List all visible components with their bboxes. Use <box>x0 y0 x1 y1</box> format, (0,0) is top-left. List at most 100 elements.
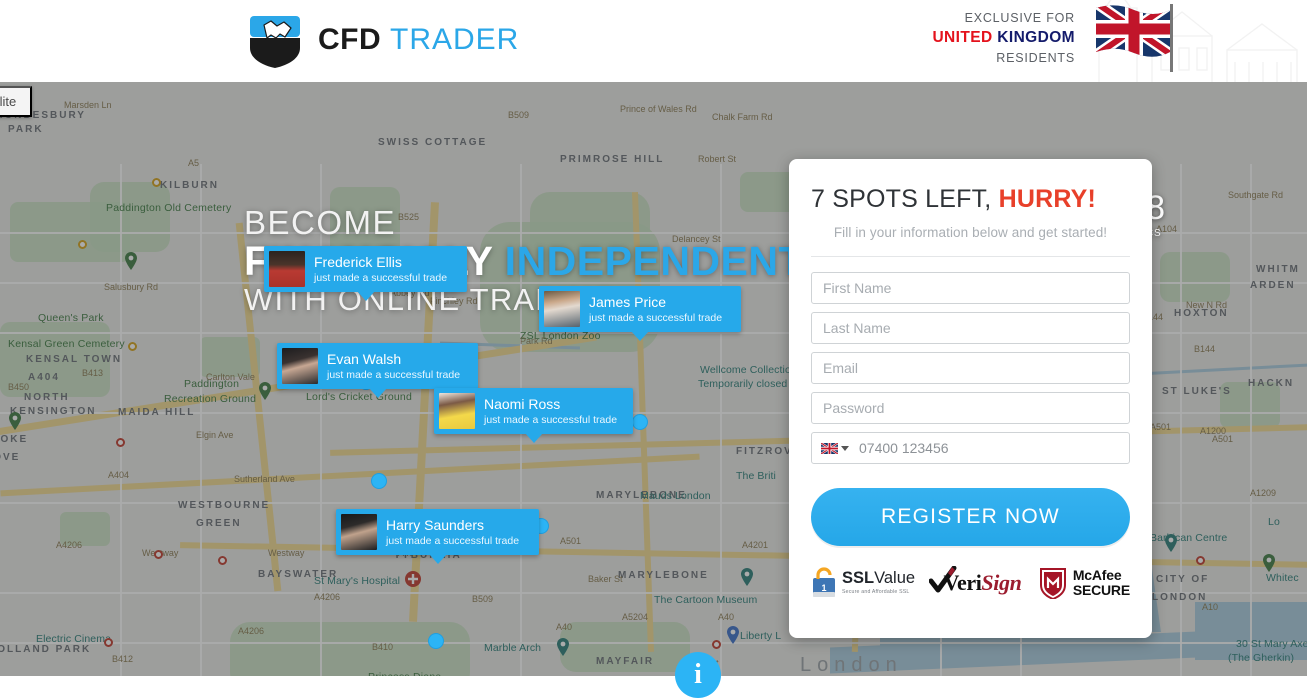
map-label-poi: (The Gherkin) <box>1228 652 1295 664</box>
map-marker-dot[interactable] <box>371 473 387 489</box>
tooltip-message: just made a successful trade <box>314 271 448 284</box>
map-satellite-button[interactable]: Satellite <box>0 86 33 117</box>
register-now-button[interactable]: REGISTER NOW <box>811 488 1130 546</box>
map-label-road: Westway <box>268 548 305 558</box>
map-label-poi: 30 St Mary Axe <box>1236 638 1307 650</box>
map-label-road: A4206 <box>314 592 341 602</box>
map-label-road: Robert St <box>698 154 737 164</box>
trade-notification-tooltip[interactable]: James Price just made a successful trade <box>539 286 741 341</box>
map-label-place: Kensal Green Cemetery <box>8 338 125 350</box>
headline-line-1: BECOME <box>244 204 397 241</box>
map-poi-pin-icon <box>1165 534 1177 552</box>
tooltip-message: just made a successful trade <box>589 311 723 324</box>
map-label-poi: Temporarily closed <box>698 378 788 390</box>
map-label-place: Recreation Ground <box>164 393 257 405</box>
map-label-city: London <box>800 654 903 676</box>
map-label-area: KENSINGTON <box>10 406 97 417</box>
site-logo[interactable]: CFD TRADER <box>246 12 519 68</box>
map-label-road: B410 <box>372 642 394 652</box>
map-label-road: B450 <box>8 382 30 392</box>
map-label-road: A501 <box>560 536 582 546</box>
map-poi-pin-icon <box>557 638 569 656</box>
card-title-hurry: HURRY! <box>998 185 1097 213</box>
avatar <box>282 348 318 384</box>
map-label-road: A404 <box>108 470 130 480</box>
tube-station-icon <box>116 438 125 447</box>
tooltip-name: Naomi Ross <box>484 395 561 412</box>
map-label-road: New N Rd <box>1186 300 1228 310</box>
map-label-area: BROKE <box>0 434 29 445</box>
map-label-poi: Whitec <box>1266 572 1299 584</box>
map-label-road: B509 <box>508 110 530 120</box>
bus-stop-icon <box>128 342 137 351</box>
page-header: CFD TRADER EXCLUSIVE FOR UNITED KINGDOM … <box>0 0 1307 82</box>
registration-card: 7 SPOTS LEFT, HURRY! Fill in your inform… <box>789 159 1152 638</box>
map-label-road: A4206 <box>56 540 83 550</box>
headline-independent: INDEPENDENT <box>504 237 805 284</box>
ssl-value-tagline: Secure and Affordable SSL <box>842 588 910 595</box>
country-united: UNITED <box>932 29 993 46</box>
map-label-road: A40 <box>718 612 735 622</box>
avatar <box>439 393 475 429</box>
map-label-road: Sutherland Ave <box>234 474 295 484</box>
uk-flag-icon[interactable] <box>821 442 838 454</box>
tooltip-name: Frederick Ellis <box>314 253 402 270</box>
bus-stop-icon <box>152 178 161 187</box>
trade-notification-tooltip[interactable]: Harry Saunders just made a successful tr… <box>336 509 539 564</box>
verisign-sign: Sign <box>981 569 1022 595</box>
exclusive-line-1: EXCLUSIVE FOR <box>964 11 1075 25</box>
card-subtitle: Fill in your information below and get s… <box>833 225 1108 240</box>
country-kingdom: KINGDOM <box>997 29 1075 46</box>
last-name-input[interactable] <box>811 312 1130 344</box>
ssl-value-title-b: Value <box>874 569 916 588</box>
map-label-poi: Mauds London <box>640 490 711 502</box>
map-label-road: Marsden Ln <box>64 100 112 110</box>
map-label-poi: St Mary's Hospital <box>314 575 401 587</box>
trade-notification-tooltip[interactable]: Naomi Ross just made a successful trade <box>434 388 633 443</box>
tube-station-icon <box>154 550 163 559</box>
first-name-input[interactable] <box>811 272 1130 304</box>
map-label-road: Prince of Wales Rd <box>620 104 697 114</box>
tooltip-name: James Price <box>589 293 667 310</box>
map-marker-dot[interactable] <box>428 633 444 649</box>
map-label-area: MARYLEBONE <box>618 570 709 581</box>
avatar <box>544 291 580 327</box>
map-label-poi: The Cartoon Museum <box>654 594 758 606</box>
logo-text-cfd: CFD <box>318 23 382 56</box>
tooltip-message: just made a successful trade <box>386 534 520 547</box>
map-label-area: HACKN <box>1248 378 1295 389</box>
map-label-poi: Wellcome Collection <box>700 364 797 376</box>
email-input[interactable] <box>811 352 1130 384</box>
chevron-down-icon[interactable] <box>841 445 849 451</box>
phone-input-group[interactable]: 07400 123456 <box>811 432 1130 464</box>
svg-text:1: 1 <box>821 583 826 593</box>
map-poi-pin-icon <box>125 252 137 270</box>
map-label-road: A40 <box>556 622 573 632</box>
uk-flag-icon <box>1096 4 1173 72</box>
map-label-road: Carlton Vale <box>206 372 255 382</box>
map-label-road: A10 <box>1202 602 1219 612</box>
map-label-area: WESTBOURNE <box>178 500 271 511</box>
trade-notification-tooltip[interactable]: Evan Walsh just made a successful trade <box>277 343 478 398</box>
password-input[interactable] <box>811 392 1130 424</box>
logo-text: CFD TRADER <box>318 23 519 57</box>
mcafee-secure-badge: McAfee SECURE <box>1038 566 1130 599</box>
map-label-area: NORTH <box>24 392 70 403</box>
map-label-road: B413 <box>82 368 104 378</box>
map-label-place: Paddington Old Cemetery <box>106 202 232 214</box>
map-label-area: HOLLAND PARK <box>0 644 92 655</box>
trade-notification-tooltip[interactable]: Frederick Ellis just made a successful t… <box>264 246 467 301</box>
map-label-road: Elgin Ave <box>196 430 234 440</box>
map-label-road: Salusbury Rd <box>104 282 159 292</box>
map-poi-pin-icon <box>741 568 753 586</box>
map-label-poi: Marble Arch <box>484 642 542 654</box>
phone-number-value[interactable]: 07400 123456 <box>859 440 949 456</box>
map-label-road: B509 <box>472 594 494 604</box>
info-button[interactable]: i <box>675 652 721 698</box>
card-title: 7 SPOTS LEFT, HURRY! <box>811 185 1130 214</box>
tube-station-icon <box>104 638 113 647</box>
tooltip-message: just made a successful trade <box>327 368 461 381</box>
map-marker-dot[interactable] <box>632 414 648 430</box>
map-poi-pin-icon <box>1263 554 1275 572</box>
map-label-road: A1209 <box>1250 488 1277 498</box>
